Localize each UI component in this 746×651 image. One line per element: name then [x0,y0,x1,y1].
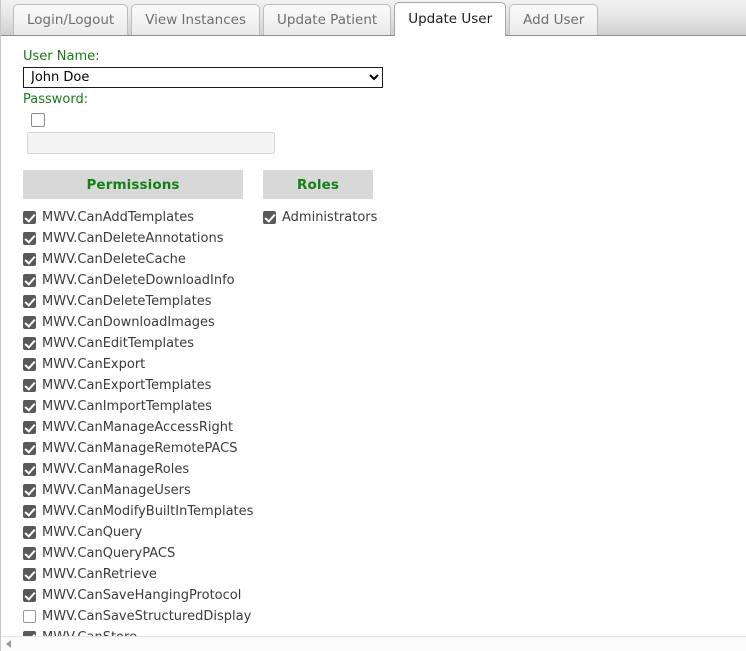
permission-item-label: MWV.CanQueryPACS [42,546,176,561]
permissions-list: MWV.CanAddTemplates MWV.CanDeleteAnnotati… [23,207,253,651]
tab-update-patient[interactable]: Update Patient [263,4,392,35]
permission-item-checkbox[interactable] [23,295,36,308]
tab-label: Update User [408,11,493,27]
tab-bar: Login/Logout View Instances Update Patie… [1,0,746,36]
tab-label: Login/Logout [27,12,115,28]
permission-item[interactable]: MWV.CanManageRoles [23,459,243,480]
permission-item-checkbox[interactable] [23,442,36,455]
permission-item-checkbox[interactable] [23,274,36,287]
permission-item-checkbox[interactable] [23,232,36,245]
tab-update-user[interactable]: Update User [394,2,507,36]
permission-item-checkbox[interactable] [23,547,36,560]
permission-item-checkbox[interactable] [23,253,36,266]
permission-item[interactable]: MWV.CanDeleteTemplates [23,291,243,312]
permission-item-checkbox[interactable] [23,316,36,329]
permission-item[interactable]: MWV.CanDeleteAnnotations [23,228,243,249]
role-item[interactable]: Administrators [263,207,377,228]
permission-item-label: MWV.CanManageAccessRight [42,420,234,435]
permission-item-checkbox[interactable] [23,505,36,518]
permission-item-checkbox[interactable] [23,379,36,392]
permission-item-label: MWV.CanManageUsers [42,483,191,498]
scroll-left-arrow-icon[interactable] [1,637,16,651]
user-name-label: User Name: [23,49,100,64]
permission-item-label: MWV.CanManageRoles [42,462,190,477]
permission-item-label: MWV.CanImportTemplates [42,399,212,414]
roles-header: Roles [263,170,373,199]
permission-item[interactable]: MWV.CanAddTemplates [23,207,243,228]
password-enable-row [31,110,746,129]
permission-item[interactable]: MWV.CanSaveStructuredDisplay [23,606,251,627]
tab-login-logout[interactable]: Login/Logout [13,4,129,35]
permission-item[interactable]: MWV.CanRetrieve [23,564,243,585]
permission-item[interactable]: MWV.CanManageAccessRight [23,417,243,438]
permission-item[interactable]: MWV.CanEditTemplates [23,333,243,354]
permission-item[interactable]: MWV.CanDeleteDownloadInfo [23,270,243,291]
permission-item-label: MWV.CanDeleteAnnotations [42,231,224,246]
permission-item-checkbox[interactable] [23,400,36,413]
permissions-header: Permissions [23,170,243,199]
permission-item[interactable]: MWV.CanDeleteCache [23,249,243,270]
role-item-label: Administrators [282,210,378,225]
permission-item[interactable]: MWV.CanDownloadImages [23,312,243,333]
permission-item[interactable]: MWV.CanImportTemplates [23,396,243,417]
permission-item-label: MWV.CanSaveStructuredDisplay [42,609,252,624]
tab-label: View Instances [145,12,246,28]
permissions-roles-columns: Permissions MWV.CanAddTemplates MWV.CanDe… [23,170,746,651]
permission-item[interactable]: MWV.CanSaveHangingProtocol [23,585,243,606]
permission-item[interactable]: MWV.CanModifyBuiltInTemplates [23,501,253,522]
update-user-panel: User Name: John Doe Password: Permission… [1,36,746,651]
permission-item-label: MWV.CanExportTemplates [42,378,212,393]
permission-item-checkbox[interactable] [23,484,36,497]
tab-view-instances[interactable]: View Instances [131,4,260,35]
permission-item-label: MWV.CanModifyBuiltInTemplates [42,504,254,519]
permission-item[interactable]: MWV.CanManageUsers [23,480,243,501]
tab-label: Add User [523,12,585,28]
password-label: Password: [23,92,89,107]
permission-item-label: MWV.CanDeleteTemplates [42,294,212,309]
permission-item-label: MWV.CanEditTemplates [42,336,194,351]
permission-item-checkbox[interactable] [23,463,36,476]
permission-item-label: MWV.CanAddTemplates [42,210,194,225]
permission-item-checkbox[interactable] [23,358,36,371]
permission-item-checkbox[interactable] [23,610,36,623]
password-input[interactable] [27,132,275,154]
permission-item-label: MWV.CanSaveHangingProtocol [42,588,242,603]
tab-label: Update Patient [277,12,378,28]
permission-item[interactable]: MWV.CanExportTemplates [23,375,243,396]
password-enable-checkbox[interactable] [31,112,45,127]
role-item-checkbox[interactable] [263,211,276,224]
permission-item[interactable]: MWV.CanExport [23,354,243,375]
tab-add-user[interactable]: Add User [509,4,599,35]
permission-item-label: MWV.CanManageRemotePACS [42,441,238,456]
browser-content-area: Login/Logout View Instances Update Patie… [0,0,746,651]
permission-item[interactable]: MWV.CanQueryPACS [23,543,243,564]
permission-item-label: MWV.CanDownloadImages [42,315,215,330]
permission-item-label: MWV.CanQuery [42,525,143,540]
permission-item-label: MWV.CanExport [42,357,146,372]
horizontal-scrollbar[interactable] [1,636,746,651]
roles-list: Administrators [263,207,377,228]
user-name-select[interactable]: John Doe [23,67,383,88]
roles-column: Roles Administrators [263,170,377,651]
permission-item-label: MWV.CanDeleteCache [42,252,186,267]
permission-item[interactable]: MWV.CanManageRemotePACS [23,438,243,459]
permission-item-label: MWV.CanDeleteDownloadInfo [42,273,235,288]
permission-item-checkbox[interactable] [23,211,36,224]
permission-item-checkbox[interactable] [23,568,36,581]
permission-item-checkbox[interactable] [23,589,36,602]
permission-item-checkbox[interactable] [23,421,36,434]
permission-item-label: MWV.CanRetrieve [42,567,157,582]
permission-item[interactable]: MWV.CanQuery [23,522,243,543]
permission-item-checkbox[interactable] [23,337,36,350]
permission-item-checkbox[interactable] [23,526,36,539]
permissions-column: Permissions MWV.CanAddTemplates MWV.CanDe… [23,170,253,651]
